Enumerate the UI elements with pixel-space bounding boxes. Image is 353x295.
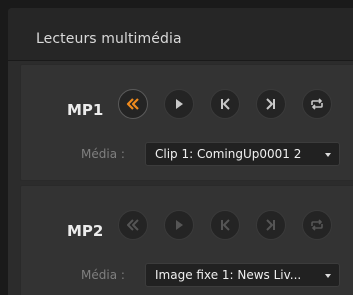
media-label: Média : bbox=[81, 268, 125, 282]
next-icon bbox=[266, 219, 275, 231]
loop-button[interactable] bbox=[302, 89, 332, 119]
loop-icon bbox=[311, 219, 323, 231]
media-label: Média : bbox=[81, 147, 125, 161]
media-select[interactable]: Image fixe 1: News Liv... bbox=[145, 263, 340, 287]
media-player-label: MP2 bbox=[67, 222, 104, 240]
media-select-value: Image fixe 1: News Liv... bbox=[155, 268, 302, 282]
rewind-button[interactable] bbox=[118, 89, 148, 119]
media-players-panel: Lecteurs multimédia MP1 Média: Clip 1: … bbox=[8, 8, 353, 295]
next-button[interactable] bbox=[256, 210, 286, 240]
loop-button[interactable] bbox=[302, 210, 332, 240]
play-icon bbox=[176, 99, 183, 109]
media-select[interactable]: Clip 1: ComingUp0001 2 bbox=[145, 142, 340, 166]
previous-button[interactable] bbox=[210, 210, 240, 240]
loop-icon bbox=[311, 98, 323, 110]
media-player-2-section: MP2 Média: Image fixe 1: News Liv... bbox=[20, 185, 353, 295]
panel-title: Lecteurs multimédia bbox=[36, 31, 182, 47]
chevron-down-icon bbox=[325, 274, 331, 278]
previous-button[interactable] bbox=[210, 89, 240, 119]
previous-icon bbox=[221, 219, 230, 231]
previous-icon bbox=[221, 98, 230, 110]
play-button[interactable] bbox=[164, 210, 194, 240]
rewind-button[interactable] bbox=[118, 210, 148, 240]
rewind-icon bbox=[126, 98, 139, 110]
media-select-value: Clip 1: ComingUp0001 2 bbox=[155, 147, 302, 161]
play-icon bbox=[176, 220, 183, 230]
next-icon bbox=[266, 98, 275, 110]
media-player-label: MP1 bbox=[67, 101, 104, 119]
media-player-1-section: MP1 Média: Clip 1: ComingUp0001 2 bbox=[20, 64, 353, 181]
play-button[interactable] bbox=[164, 89, 194, 119]
rewind-icon bbox=[127, 219, 139, 231]
chevron-down-icon bbox=[325, 153, 331, 157]
panel-header: Lecteurs multimédia bbox=[8, 8, 353, 61]
next-button[interactable] bbox=[256, 89, 286, 119]
